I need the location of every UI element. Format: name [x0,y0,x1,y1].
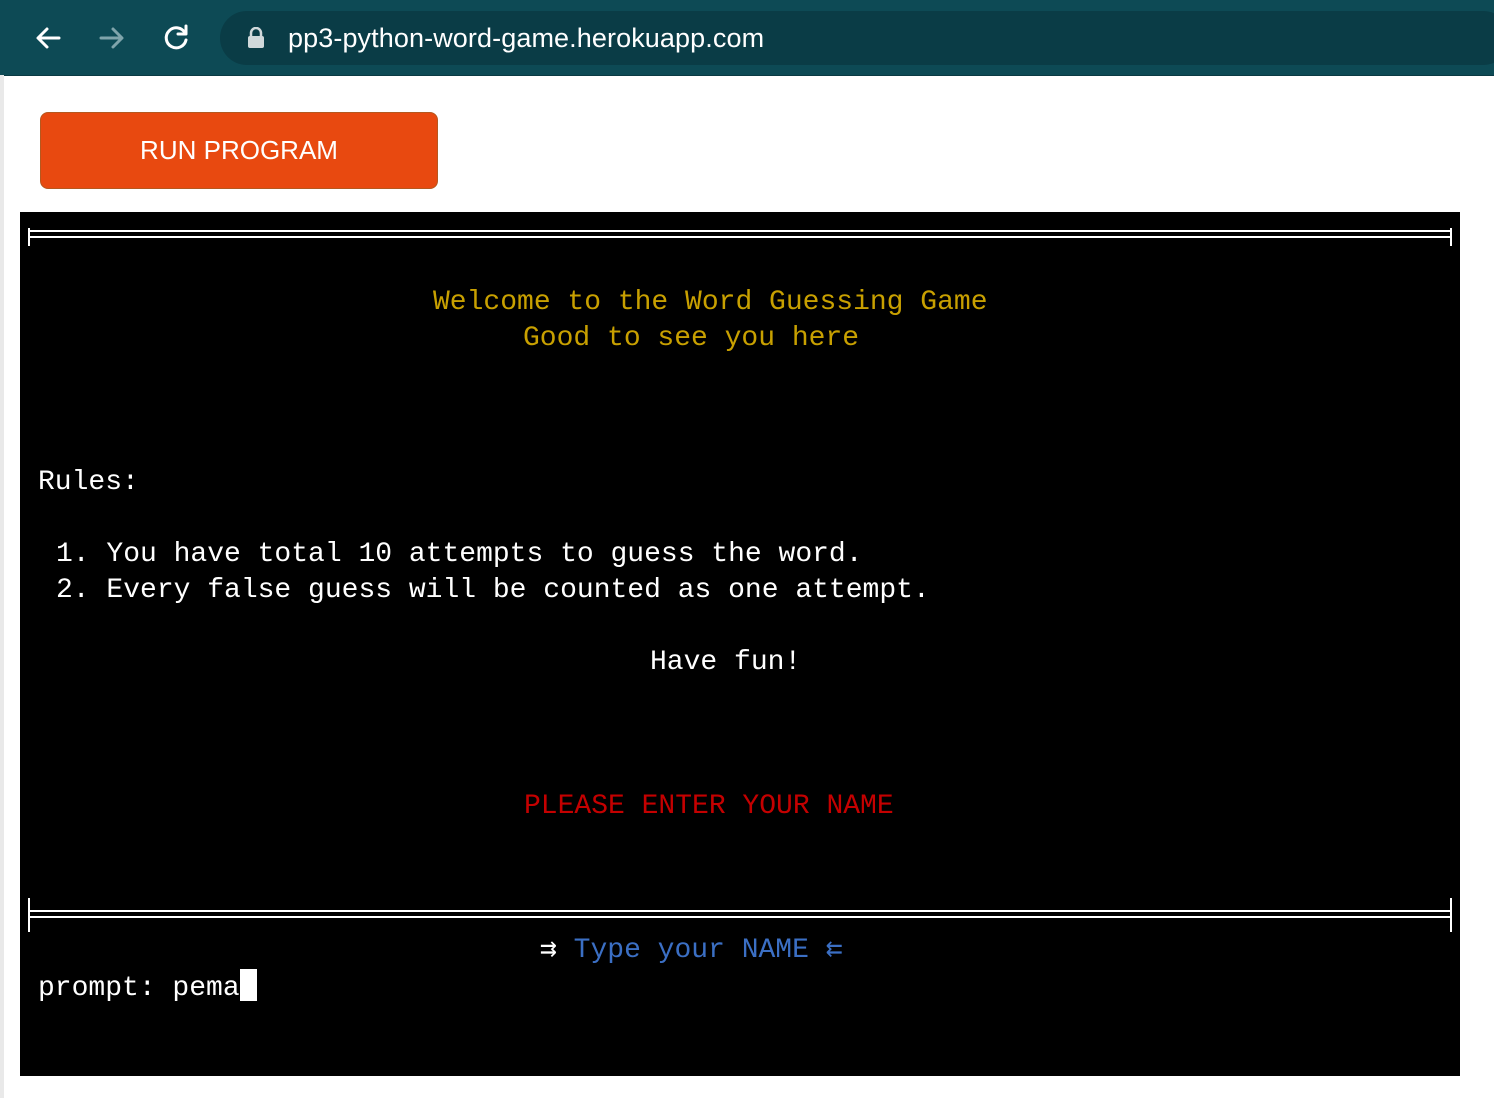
url-text: pp3-python-word-game.herokuapp.com [288,23,765,53]
terminal[interactable]: Welcome to the Word Guessing Game Good t… [20,212,1460,1076]
prompt-line[interactable]: prompt: pema [38,969,257,1007]
run-program-button[interactable]: RUN PROGRAM [40,112,438,189]
border-top-right-tick [1450,228,1452,246]
window-edge [0,75,4,1098]
enter-name-message: PLEASE ENTER YOUR NAME [524,791,894,822]
hint-left-arrow: ⇉ [540,935,557,966]
text-cursor [239,969,257,1001]
greeting-line: Good to see you here [523,323,860,354]
rule-item-1: 1. You have total 10 attempts to guess t… [56,539,863,570]
type-name-hint: ⇉ Type your NAME ⇇ [540,933,843,969]
border-bottom-left-tick [28,898,30,932]
rules-heading: Rules: [38,467,139,498]
forward-arrow-icon[interactable] [92,18,132,58]
back-arrow-icon[interactable] [28,18,68,58]
terminal-border-bottom [28,910,1452,918]
border-top-left-tick [28,228,30,246]
prompt-input-value[interactable]: pema [172,973,239,1004]
border-bottom-right-tick [1450,898,1452,932]
address-bar[interactable]: pp3-python-word-game.herokuapp.com [220,11,1494,65]
terminal-border-top [28,230,1452,238]
welcome-line: Welcome to the Word Guessing Game [433,287,988,318]
hint-right-arrow: ⇇ [825,935,843,966]
browser-toolbar: pp3-python-word-game.herokuapp.com [0,0,1494,76]
lock-icon [248,27,264,48]
reload-icon[interactable] [156,18,196,58]
prompt-label: prompt: [38,973,173,1004]
have-fun-text: Have fun! [650,647,802,678]
right-gutter [1460,212,1494,1076]
type-name-hint-text: Type your NAME [573,935,809,966]
rule-item-2: 2. Every false guess will be counted as … [56,575,930,606]
